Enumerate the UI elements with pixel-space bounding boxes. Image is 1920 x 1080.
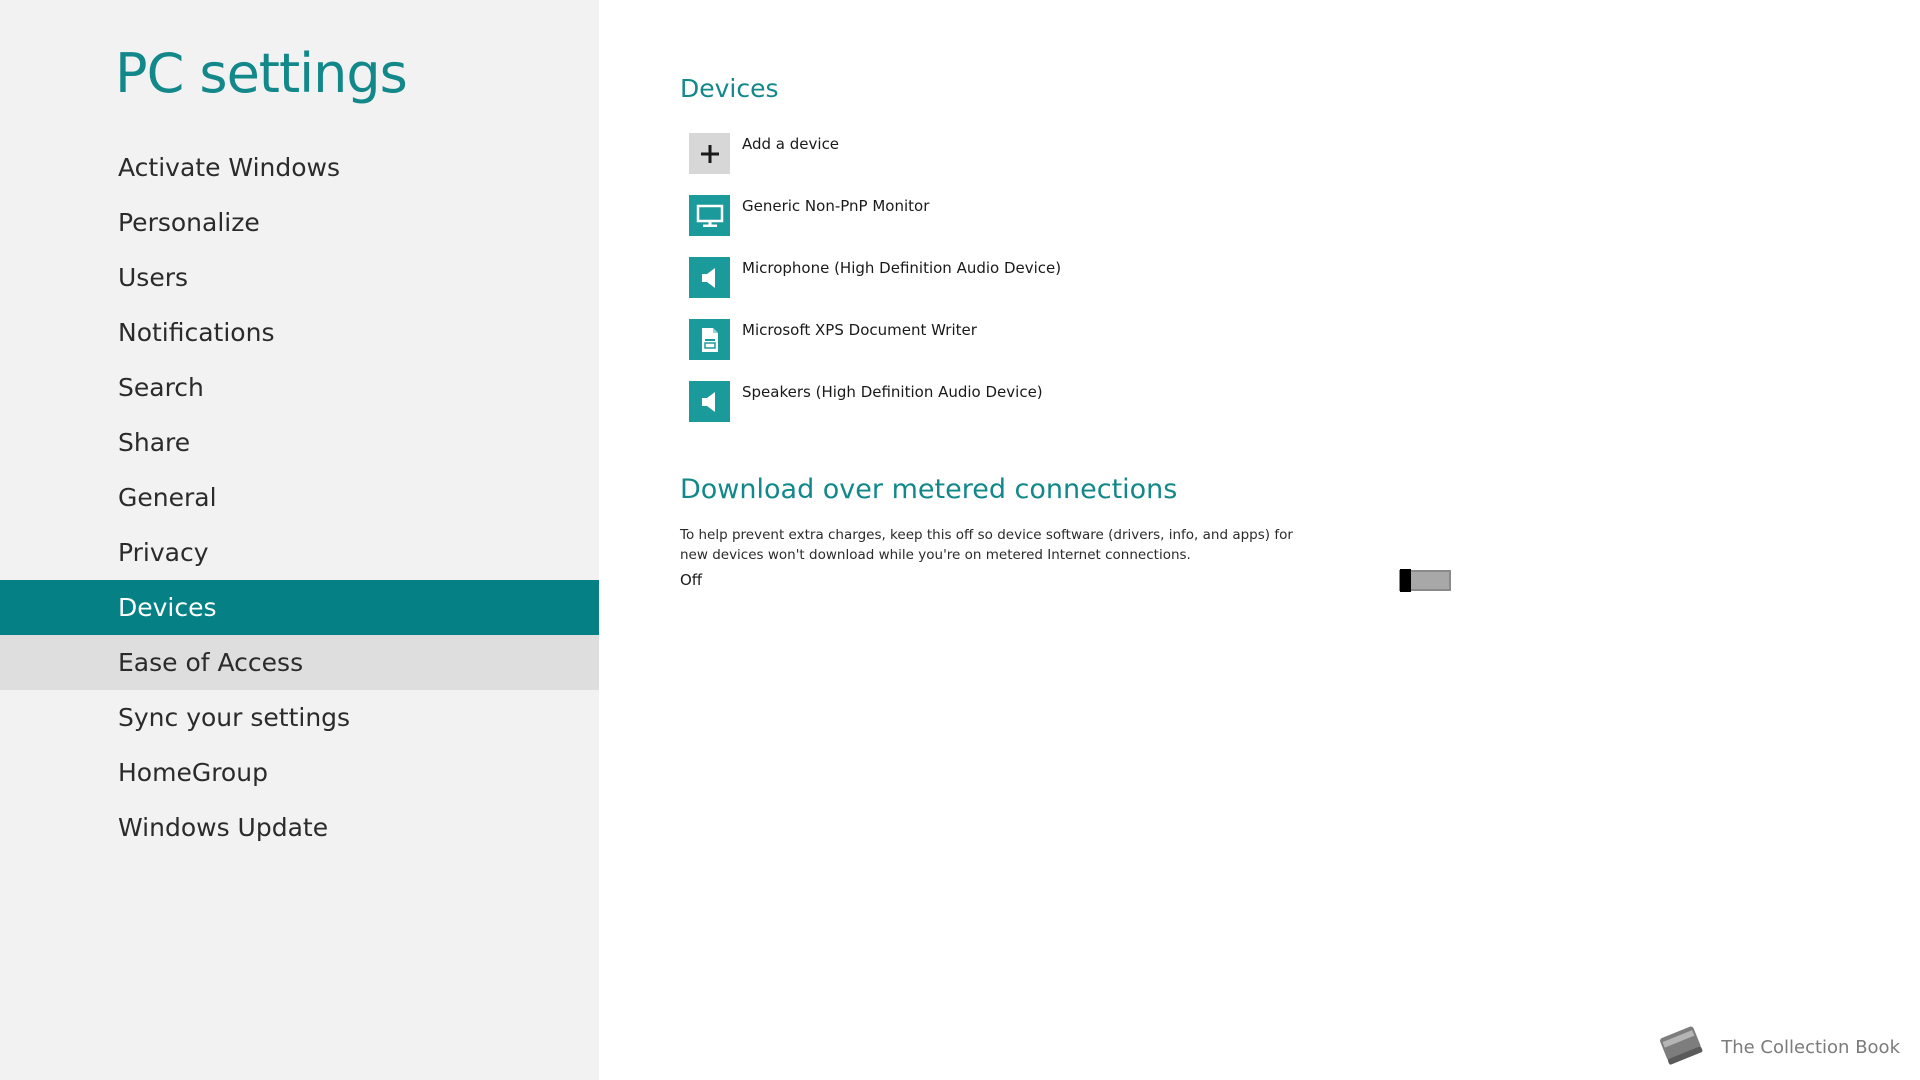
watermark: The Collection Book [1655,1021,1900,1074]
watermark-text: The Collection Book [1721,1037,1900,1058]
device-label: Add a device [742,135,840,153]
monitor-icon [689,195,730,236]
device-label: Microsoft XPS Document Writer [742,321,977,339]
devices-content-pane: Devices Add a device Generic Non-PnP Mon… [599,0,1920,1080]
book-icon [1655,1021,1709,1074]
pc-settings-window: PC settings Activate Windows Personalize… [0,0,1920,1080]
nav-item-privacy[interactable]: Privacy [0,525,599,580]
nav-item-notifications[interactable]: Notifications [0,305,599,360]
nav-item-windows-update[interactable]: Windows Update [0,800,599,855]
nav-item-general[interactable]: General [0,470,599,525]
nav-item-users[interactable]: Users [0,250,599,305]
devices-heading: Devices [680,74,779,103]
device-label: Generic Non-PnP Monitor [742,197,930,215]
plus-icon [689,133,730,174]
nav-item-search[interactable]: Search [0,360,599,415]
device-label: Speakers (High Definition Audio Device) [742,383,1043,401]
navigation-pane: PC settings Activate Windows Personalize… [0,0,599,1080]
metered-connections-description: To help prevent extra charges, keep this… [680,527,1293,563]
device-label: Microphone (High Definition Audio Device… [742,259,1062,277]
nav-item-sync-your-settings[interactable]: Sync your settings [0,690,599,745]
printer-icon [689,319,730,360]
nav-item-activate-windows[interactable]: Activate Windows [0,140,599,195]
nav-item-share[interactable]: Share [0,415,599,470]
speaker-icon [689,381,730,422]
nav-item-devices[interactable]: Devices [0,580,599,635]
metered-download-toggle[interactable] [1399,569,1451,592]
toggle-thumb [1400,569,1411,592]
nav-item-personalize[interactable]: Personalize [0,195,599,250]
metered-connections-heading: Download over metered connections [680,474,1178,505]
nav-item-homegroup[interactable]: HomeGroup [0,745,599,800]
nav-item-ease-of-access[interactable]: Ease of Access [0,635,599,690]
page-title: PC settings [115,42,408,105]
speaker-icon [689,257,730,298]
metered-toggle-state-label: Off [680,571,703,589]
settings-category-list: Activate Windows Personalize Users Notif… [0,140,599,855]
